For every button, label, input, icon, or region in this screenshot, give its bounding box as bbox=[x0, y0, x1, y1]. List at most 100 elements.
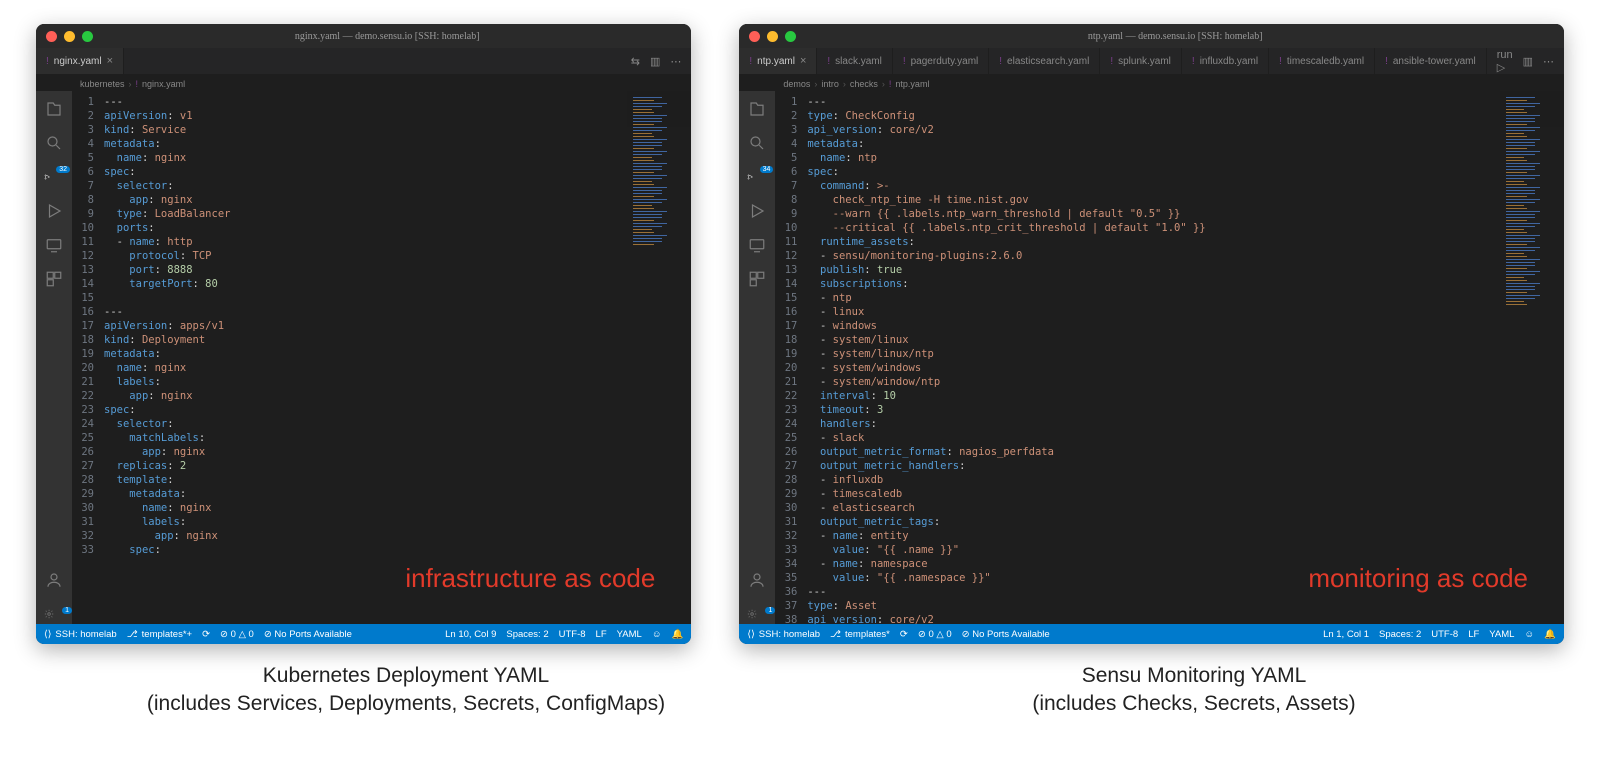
tab-nginx-yaml[interactable]: ! nginx.yaml × bbox=[36, 48, 124, 74]
status-bar: ⟨⟩ SSH: homelab ⎇ templates* ⟳ ⊘ 0 △ 0 ⊘… bbox=[739, 624, 1564, 644]
yaml-file-icon: ! bbox=[827, 56, 830, 67]
remote-explorer-icon[interactable] bbox=[44, 235, 64, 255]
status-cursor[interactable]: Ln 10, Col 9 bbox=[445, 629, 496, 640]
yaml-file-icon: ! bbox=[1192, 56, 1195, 67]
status-language[interactable]: YAML bbox=[617, 629, 642, 640]
tab-bar: ! nginx.yaml × ⇆ ▥ ⋯ bbox=[36, 48, 691, 74]
breadcrumb[interactable]: kubernetes › ! nginx.yaml bbox=[36, 74, 691, 91]
right-caption: Sensu Monitoring YAML (includes Checks, … bbox=[824, 662, 1564, 719]
settings-icon[interactable]: 1 bbox=[747, 604, 767, 624]
explorer-icon[interactable] bbox=[44, 99, 64, 119]
status-notifications-icon[interactable]: 🔔 bbox=[672, 629, 684, 640]
maximize-window-icon[interactable] bbox=[785, 31, 796, 42]
breadcrumb[interactable]: demos› intro› checks› ! ntp.yaml bbox=[739, 74, 1564, 91]
window-title: ntp.yaml — demo.sensu.io [SSH: homelab] bbox=[796, 31, 1554, 42]
tab-label: ansible-tower.yaml bbox=[1393, 56, 1476, 67]
line-numbers: 1234567891011121314151617181920212223242… bbox=[775, 91, 805, 624]
settings-icon[interactable]: 1 bbox=[44, 604, 64, 624]
split-editor-icon[interactable]: ▥ bbox=[1523, 55, 1533, 68]
close-tab-icon[interactable]: × bbox=[800, 55, 806, 67]
status-language[interactable]: YAML bbox=[1489, 629, 1514, 640]
status-ports[interactable]: ⊘ No Ports Available bbox=[264, 629, 352, 640]
status-sync[interactable]: ⟳ bbox=[900, 629, 908, 640]
run-debug-icon[interactable] bbox=[747, 201, 767, 221]
minimap[interactable] bbox=[627, 91, 691, 624]
scm-badge: 34 bbox=[760, 166, 774, 173]
close-window-icon[interactable] bbox=[749, 31, 760, 42]
right-editor-panel: ntp.yaml — demo.sensu.io [SSH: homelab] … bbox=[739, 24, 1564, 644]
status-cursor[interactable]: Ln 1, Col 1 bbox=[1323, 629, 1369, 640]
status-spaces[interactable]: Spaces: 2 bbox=[506, 629, 548, 640]
tab-timescaledb-yaml[interactable]: ! timescaledb.yaml bbox=[1269, 48, 1375, 74]
run-debug-icon[interactable] bbox=[44, 201, 64, 221]
status-problems[interactable]: ⊘ 0 △ 0 bbox=[220, 629, 254, 640]
status-feedback-icon[interactable]: ☺ bbox=[652, 629, 662, 640]
accounts-icon[interactable] bbox=[747, 570, 767, 590]
status-remote[interactable]: ⟨⟩ SSH: homelab bbox=[747, 629, 820, 640]
yaml-file-icon: ! bbox=[999, 56, 1002, 67]
close-tab-icon[interactable]: × bbox=[107, 55, 113, 67]
tab-influxdb-yaml[interactable]: ! influxdb.yaml bbox=[1182, 48, 1269, 74]
tab-label: pagerduty.yaml bbox=[911, 56, 979, 67]
status-problems[interactable]: ⊘ 0 △ 0 bbox=[918, 629, 952, 640]
accounts-icon[interactable] bbox=[44, 570, 64, 590]
more-actions-icon[interactable]: ⋯ bbox=[670, 55, 681, 68]
tab-slack-yaml[interactable]: ! slack.yaml bbox=[817, 48, 892, 74]
close-window-icon[interactable] bbox=[46, 31, 57, 42]
split-editor-icon[interactable]: ▥ bbox=[650, 55, 660, 68]
explorer-icon[interactable] bbox=[747, 99, 767, 119]
yaml-file-icon: ! bbox=[1110, 56, 1113, 67]
minimap[interactable] bbox=[1500, 91, 1564, 624]
tab-label: splunk.yaml bbox=[1118, 56, 1171, 67]
remote-explorer-icon[interactable] bbox=[747, 235, 767, 255]
status-eol[interactable]: LF bbox=[596, 629, 607, 640]
search-icon[interactable] bbox=[44, 133, 64, 153]
code-area: 1234567891011121314151617181920212223242… bbox=[775, 91, 1564, 624]
yaml-file-icon: ! bbox=[46, 56, 49, 67]
status-ports[interactable]: ⊘ No Ports Available bbox=[962, 629, 1050, 640]
activity-bar: 34 1 bbox=[739, 91, 775, 624]
tab-label: timescaledb.yaml bbox=[1287, 56, 1364, 67]
left-editor-panel: nginx.yaml — demo.sensu.io [SSH: homelab… bbox=[36, 24, 691, 644]
tab-elasticsearch-yaml[interactable]: !elasticsearch.yaml bbox=[989, 48, 1100, 74]
minimize-window-icon[interactable] bbox=[64, 31, 75, 42]
run-task-button[interactable]: run ▷ bbox=[1497, 49, 1513, 74]
source-control-icon[interactable]: 34 bbox=[747, 167, 767, 187]
scm-badge: 32 bbox=[56, 166, 70, 173]
left-caption: Kubernetes Deployment YAML (includes Ser… bbox=[36, 662, 776, 719]
maximize-window-icon[interactable] bbox=[82, 31, 93, 42]
compare-changes-icon[interactable]: ⇆ bbox=[631, 55, 640, 68]
status-encoding[interactable]: UTF-8 bbox=[559, 629, 586, 640]
source-control-icon[interactable]: 32 bbox=[44, 167, 64, 187]
search-icon[interactable] bbox=[747, 133, 767, 153]
yaml-file-icon: ! bbox=[903, 56, 906, 67]
yaml-file-icon: ! bbox=[1279, 56, 1282, 67]
tab-label: ntp.yaml bbox=[757, 56, 795, 67]
window-title: nginx.yaml — demo.sensu.io [SSH: homelab… bbox=[93, 31, 681, 42]
tab-label: nginx.yaml bbox=[54, 56, 102, 67]
tab-pagerduty-yaml[interactable]: ! pagerduty.yaml bbox=[893, 48, 989, 74]
tab-ntp-yaml[interactable]: ! ntp.yaml × bbox=[739, 48, 817, 74]
tab-ansible-tower-yaml[interactable]: !ansible-tower.yaml bbox=[1375, 48, 1487, 74]
extensions-icon[interactable] bbox=[747, 269, 767, 289]
status-branch[interactable]: ⎇ templates* bbox=[830, 629, 890, 640]
more-actions-icon[interactable]: ⋯ bbox=[1543, 55, 1554, 68]
status-remote[interactable]: ⟨⟩ SSH: homelab bbox=[44, 629, 117, 640]
status-sync[interactable]: ⟳ bbox=[202, 629, 210, 640]
tab-label: slack.yaml bbox=[835, 56, 882, 67]
code-area: 1234567891011121314151617181920212223242… bbox=[72, 91, 691, 624]
status-spaces[interactable]: Spaces: 2 bbox=[1379, 629, 1421, 640]
status-feedback-icon[interactable]: ☺ bbox=[1524, 629, 1534, 640]
yaml-file-icon: ! bbox=[749, 56, 752, 67]
code-content[interactable]: ---type: CheckConfigapi_version: core/v2… bbox=[805, 91, 1500, 624]
status-encoding[interactable]: UTF-8 bbox=[1431, 629, 1458, 640]
code-content[interactable]: ---apiVersion: v1kind: Servicemetadata: … bbox=[102, 91, 627, 624]
status-notifications-icon[interactable]: 🔔 bbox=[1544, 629, 1556, 640]
status-eol[interactable]: LF bbox=[1468, 629, 1479, 640]
titlebar: nginx.yaml — demo.sensu.io [SSH: homelab… bbox=[36, 24, 691, 48]
minimize-window-icon[interactable] bbox=[767, 31, 778, 42]
status-branch[interactable]: ⎇ templates*+ bbox=[127, 629, 192, 640]
tab-splunk-yaml[interactable]: ! splunk.yaml bbox=[1100, 48, 1182, 74]
extensions-icon[interactable] bbox=[44, 269, 64, 289]
tab-label: influxdb.yaml bbox=[1200, 56, 1258, 67]
